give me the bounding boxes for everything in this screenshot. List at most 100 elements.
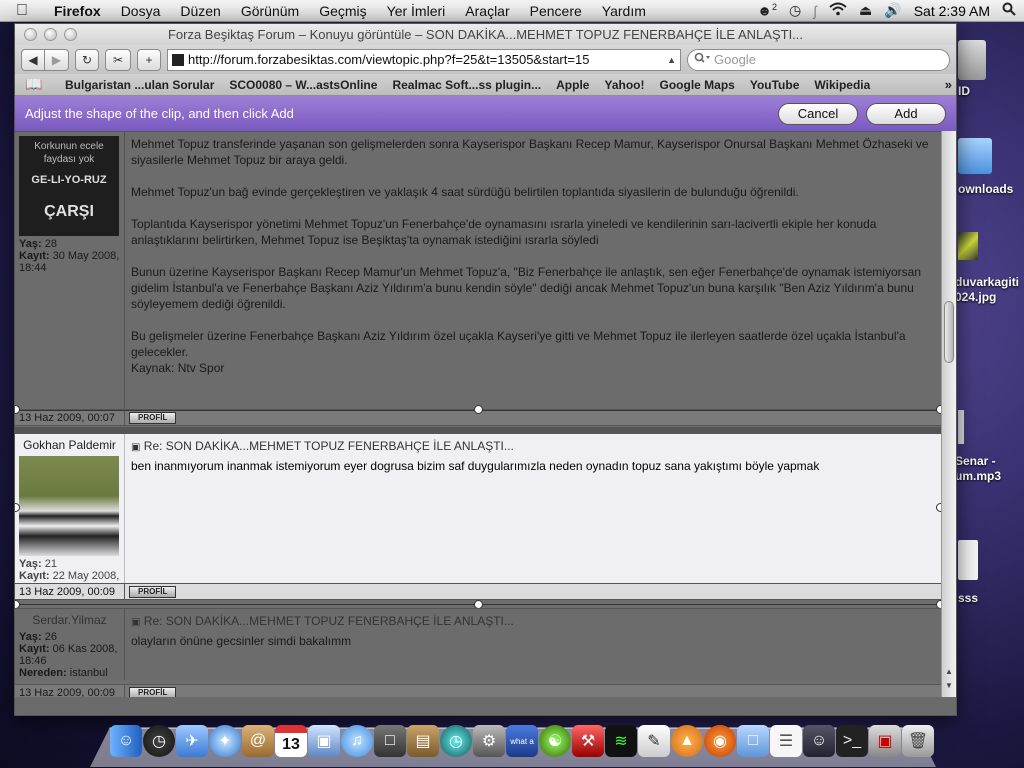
itunes-icon[interactable]: ♫ [341, 725, 373, 757]
bookmark-item[interactable]: Realmac Soft...ss plugin... [392, 78, 541, 92]
bookmark-item[interactable]: SCO0080 – W...astsOnline [229, 78, 377, 92]
address-book-icon[interactable]: @ [242, 725, 274, 757]
search-bar[interactable]: Google [687, 48, 950, 71]
wifi-icon[interactable] [829, 2, 847, 19]
automator-icon[interactable]: ⚒ [572, 725, 604, 757]
bookmark-item[interactable]: Apple [556, 78, 589, 92]
search-engine-icon[interactable] [694, 52, 710, 67]
menu-araclar[interactable]: Araçlar [455, 3, 519, 19]
minimize-window-button[interactable] [44, 28, 57, 41]
bookmarks-book-icon[interactable]: 📖 [25, 76, 47, 93]
add-button[interactable]: Add [866, 102, 946, 125]
post-body: Mehmet Topuz transferinde yaşanan son ge… [125, 132, 942, 409]
scrollbar-thumb[interactable] [944, 301, 954, 363]
forward-button[interactable]: ▶ [45, 48, 69, 71]
menu-dosya[interactable]: Dosya [111, 3, 171, 19]
photo-icon[interactable]: ☺ [803, 725, 835, 757]
wallpaper-file-icon[interactable] [958, 232, 978, 260]
cancel-button[interactable]: Cancel [778, 102, 858, 125]
profile-button[interactable]: PROFİL [129, 411, 177, 424]
time-machine-icon[interactable]: ◷ [440, 725, 472, 757]
location-label: Nereden: [19, 667, 67, 679]
username[interactable]: Gokhan Paldemir [19, 438, 120, 452]
post-icon: ▣ [131, 617, 141, 628]
time-machine-icon[interactable]: ◷ [789, 2, 801, 19]
url-bar[interactable]: http://forum.forzabesiktas.com/viewtopic… [167, 48, 681, 71]
post-subject[interactable]: Re: SON DAKİKA...MEHMET TOPUZ FENERBAHÇE… [144, 614, 514, 628]
reload-button[interactable]: ↻ [75, 48, 99, 71]
rtf-file-icon[interactable] [958, 540, 978, 580]
new-tab-button[interactable]: + [137, 48, 161, 71]
drive-icon[interactable] [958, 40, 986, 80]
desktop-item-id[interactable]: ID [958, 84, 970, 99]
mp3-file-icon[interactable] [958, 410, 964, 444]
finder-icon[interactable]: ☺ [110, 725, 142, 757]
url-dropdown-icon[interactable]: ▲ [667, 55, 676, 65]
bookmark-item[interactable]: Yahoo! [604, 78, 644, 92]
profile-button[interactable]: PROFİL [129, 686, 177, 697]
eject-icon[interactable]: ⏏ [859, 2, 872, 19]
mail-icon[interactable]: ✈ [176, 725, 208, 757]
textedit-icon[interactable]: ✎ [638, 725, 670, 757]
url-text[interactable]: http://forum.forzabesiktas.com/viewtopic… [188, 52, 663, 67]
menubar-clock[interactable]: Sat 2:39 AM [914, 3, 990, 19]
desktop-item-downloads[interactable]: ownloads [958, 182, 1013, 197]
screenshot-icon[interactable]: ▣ [869, 725, 901, 757]
bookmark-item[interactable]: YouTube [750, 78, 800, 92]
preview-icon[interactable]: ▣ [308, 725, 340, 757]
adium-status-icon[interactable]: ☻2 [757, 2, 777, 19]
username[interactable]: Serdar.Yilmaz [19, 613, 120, 627]
zoom-window-button[interactable] [64, 28, 77, 41]
clip-handle-top-center[interactable] [474, 405, 483, 414]
clip-tool-button[interactable]: ✂ [105, 48, 131, 71]
bluetooth-icon[interactable]: ∫ [813, 3, 817, 19]
iphoto-icon[interactable]: □ [374, 725, 406, 757]
bookmarks-overflow-icon[interactable]: » [945, 77, 952, 92]
safari-icon[interactable]: ✦ [209, 725, 241, 757]
location-value: istanbul [69, 667, 108, 679]
search-placeholder[interactable]: Google [714, 52, 756, 67]
back-button[interactable]: ◀ [21, 48, 45, 71]
ical-icon[interactable]: 13 [275, 725, 307, 757]
system-preferences-icon[interactable]: ⚙ [473, 725, 505, 757]
trash-icon[interactable]: 🗑 [902, 725, 934, 757]
menu-duzen[interactable]: Düzen [170, 3, 230, 19]
document-icon[interactable]: ☰ [770, 725, 802, 757]
menu-firefox[interactable]: Firefox [44, 3, 111, 19]
plus-icon: + [145, 52, 153, 67]
post-subject[interactable]: Re: SON DAKİKA...MEHMET TOPUZ FENERBAHÇE… [144, 439, 514, 453]
folder-icon[interactable]: □ [737, 725, 769, 757]
bookmark-item[interactable]: Wikipedia [814, 78, 870, 92]
bookmark-item[interactable]: Google Maps [660, 78, 735, 92]
vertical-scrollbar[interactable]: ▲ ▼ [941, 131, 956, 697]
user-avatar[interactable] [19, 456, 119, 556]
site-favicon-icon [172, 53, 184, 66]
user-avatar[interactable]: Korkunun ecele faydası yok GE-LI-YO-RUZ … [19, 136, 119, 236]
window-titlebar[interactable]: Forza Beşiktaş Forum – Konuyu görüntüle … [15, 24, 956, 45]
adium-icon[interactable]: ☯ [539, 725, 571, 757]
profile-button[interactable]: PROFİL [129, 585, 177, 598]
vlc-icon[interactable]: ▲ [671, 725, 703, 757]
desktop-item-sss[interactable]: sss [958, 591, 978, 606]
menu-yer-imleri[interactable]: Yer İmleri [377, 3, 456, 19]
bookmark-item[interactable]: Bulgaristan ...ulan Sorular [65, 78, 214, 92]
close-window-button[interactable] [24, 28, 37, 41]
scroll-up-icon[interactable]: ▲ [945, 667, 953, 676]
apple-menu-icon[interactable]:  [0, 2, 44, 20]
what-a-icon[interactable]: what a [506, 725, 538, 757]
downloads-folder-icon[interactable] [958, 138, 992, 174]
menu-gecmis[interactable]: Geçmiş [309, 3, 376, 19]
spotlight-search-icon[interactable] [1002, 2, 1016, 19]
scroll-down-icon[interactable]: ▼ [945, 681, 953, 690]
photo-booth-icon[interactable]: ▤ [407, 725, 439, 757]
firefox-icon[interactable]: ◉ [704, 725, 736, 757]
activity-monitor-icon[interactable]: ≋ [605, 725, 637, 757]
menu-yardim[interactable]: Yardım [592, 3, 656, 19]
menu-pencere[interactable]: Pencere [520, 3, 592, 19]
desktop-item-wallpaper[interactable]: duvarkagiti 024.jpg [955, 275, 1019, 305]
dashboard-icon[interactable]: ◷ [143, 725, 175, 757]
volume-icon[interactable]: 🔊 [884, 2, 901, 19]
terminal-icon[interactable]: >_ [836, 725, 868, 757]
menu-gorunum[interactable]: Görünüm [231, 3, 309, 19]
desktop-item-mp3[interactable]: Senar - um.mp3 [955, 454, 1001, 484]
